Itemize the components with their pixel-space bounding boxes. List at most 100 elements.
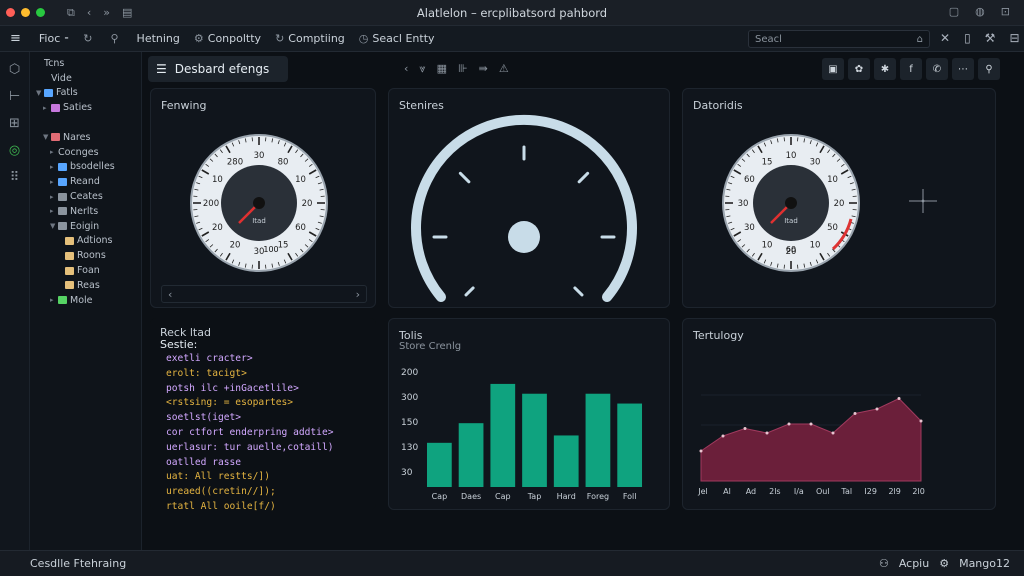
x-tick-label: Al: [723, 487, 731, 496]
bar[interactable]: [427, 442, 452, 487]
menu-item-5[interactable]: ↻ Comptiing: [275, 32, 345, 45]
search-icon[interactable]: ⚲: [978, 58, 1000, 80]
gauge-tick-label: 30: [810, 157, 821, 167]
data-point[interactable]: [765, 431, 769, 435]
gauge-scroller[interactable]: ‹ ›: [161, 285, 367, 303]
data-point[interactable]: [853, 412, 857, 415]
tree-item-label: Foan: [77, 265, 100, 277]
maximize-window-button[interactable]: [36, 8, 45, 17]
data-point[interactable]: [787, 422, 791, 426]
tree-item[interactable]: Reas: [30, 278, 141, 293]
bar[interactable]: [490, 383, 516, 487]
tree-item[interactable]: Adtions: [30, 234, 141, 249]
settings-icon[interactable]: ✿: [848, 58, 870, 80]
x-tick-label: Oul: [816, 487, 830, 496]
chevron-left-icon[interactable]: ‹: [168, 288, 172, 301]
save-icon[interactable]: ▣: [822, 58, 844, 80]
status-bar: Cesdlle Ftehraing ⚇ Acpiu ⚙ Mango12: [0, 550, 1024, 576]
lock-icon[interactable]: ▢: [949, 5, 959, 18]
tree-item[interactable]: Foan: [30, 263, 141, 278]
tree-item[interactable]: Vide: [30, 71, 141, 86]
phone-icon[interactable]: ✆: [926, 58, 948, 80]
settings-icon[interactable]: ◍: [975, 5, 985, 18]
data-point[interactable]: [699, 449, 703, 453]
forward-icon[interactable]: »: [103, 6, 110, 19]
code-line: <rstsing: = esopartes>: [166, 397, 294, 409]
split-icon[interactable]: ⊟: [1009, 31, 1019, 45]
extensions-icon[interactable]: ⊞: [9, 116, 20, 131]
data-point[interactable]: [721, 434, 725, 438]
menu-item-4[interactable]: ⚙ Conpoltty: [194, 32, 261, 45]
data-point[interactable]: [897, 397, 901, 400]
tree-item[interactable]: Roons: [30, 248, 141, 263]
hamburger-menu-icon[interactable]: ≡: [10, 31, 21, 46]
close-window-button[interactable]: [6, 8, 15, 17]
bar-chart-panel: Tolis Store Crenlg 200 300 150 130 30 Cap Daes…: [388, 318, 670, 510]
tree-item[interactable]: ▸ Ceates: [30, 189, 141, 204]
data-point[interactable]: [919, 419, 923, 423]
data-point[interactable]: [875, 407, 879, 411]
tree-item[interactable]: [30, 115, 141, 130]
status-item-1[interactable]: Acpiu: [899, 557, 929, 570]
share-icon[interactable]: ⊡: [1001, 5, 1010, 18]
tools-icon[interactable]: ✱: [874, 58, 896, 80]
tree-item[interactable]: ▸ Saties: [30, 100, 141, 115]
tree-item[interactable]: ▸ bsodelles: [30, 160, 141, 175]
tree-item[interactable]: ▸ Mole: [30, 293, 141, 308]
x-tick-label: I/a: [794, 487, 804, 496]
back-icon[interactable]: ‹: [87, 6, 91, 19]
code-block[interactable]: exetli cracter> erolt: tacigt> potsh ilc +…: [166, 352, 334, 515]
columns-icon[interactable]: ⊪: [458, 62, 468, 76]
close-icon[interactable]: ✕: [940, 31, 950, 45]
tree-item[interactable]: ▸ Reand: [30, 174, 141, 189]
data-point[interactable]: [743, 427, 747, 430]
dashboard-tab[interactable]: ☰ Desbard efengs: [148, 56, 288, 82]
table-icon[interactable]: ▦: [437, 62, 447, 76]
tree-item[interactable]: ▼ Fatls: [30, 86, 141, 101]
debug-icon[interactable]: ◎: [9, 143, 20, 158]
tree-item[interactable]: Tcns: [30, 56, 141, 71]
x-tick-label: Ad: [746, 487, 756, 496]
bar[interactable]: [617, 403, 643, 487]
status-item-2[interactable]: Mango12: [959, 557, 1010, 570]
warning-icon[interactable]: ⚠: [499, 62, 509, 76]
bar[interactable]: [553, 435, 579, 487]
bar-chart: 200 300 150 130 30 Cap Daes Cap Tap Hard Foreg Foll: [401, 368, 643, 501]
filter-icon[interactable]: ⩔: [419, 62, 425, 76]
tree-item[interactable]: ▼ Eoigin: [30, 219, 141, 234]
gauge-tick-label: 50: [827, 223, 838, 233]
arrow-icon[interactable]: ⇛: [479, 62, 488, 76]
build-icon[interactable]: ⚒: [985, 31, 996, 45]
sidebar-toggle-icon[interactable]: ⧉: [67, 6, 75, 20]
git-branch-icon[interactable]: ⊢: [9, 89, 20, 104]
menu-item-0[interactable]: Fioc ⁃: [35, 32, 69, 45]
grid-icon[interactable]: ⠿: [10, 170, 20, 185]
bar[interactable]: [585, 393, 611, 487]
explorer-icon[interactable]: ⬡: [9, 62, 20, 77]
facebook-icon[interactable]: f: [900, 58, 922, 80]
chevron-left-icon[interactable]: ‹: [404, 62, 408, 76]
chevron-icon: ▼: [43, 133, 49, 142]
gear-icon[interactable]: ⚙: [939, 557, 949, 570]
area-chart: Jel Al Ad 2ls I/a Oul Tal I29 2l9 2l0: [697, 394, 925, 496]
menu-item-2[interactable]: ⚲: [110, 32, 122, 45]
bar[interactable]: [522, 393, 547, 487]
search-input[interactable]: Seacl ⌂: [748, 30, 930, 48]
menu-item-3[interactable]: Hetning: [137, 32, 180, 45]
tree-item[interactable]: ▸ Nerlts: [30, 204, 141, 219]
menu-item-1[interactable]: ↻: [83, 32, 96, 45]
document-icon[interactable]: ▤: [122, 6, 132, 19]
menu-item-6[interactable]: ◷ Seacl Entty: [359, 32, 435, 45]
tree-item[interactable]: ▼ Nares: [30, 130, 141, 145]
data-point[interactable]: [831, 431, 835, 435]
clipboard-icon[interactable]: ▯: [964, 31, 971, 45]
search-icon: ⚲: [110, 32, 119, 45]
user-icon[interactable]: ⚇: [879, 557, 889, 570]
chevron-right-icon[interactable]: ›: [356, 288, 360, 301]
gauge-tick-label: 20: [302, 199, 313, 209]
more-icon[interactable]: ⋯: [952, 58, 974, 80]
data-point[interactable]: [809, 422, 813, 426]
tree-item[interactable]: ▸ Cocnges: [30, 145, 141, 160]
bar[interactable]: [458, 423, 484, 487]
minimize-window-button[interactable]: [21, 8, 30, 17]
